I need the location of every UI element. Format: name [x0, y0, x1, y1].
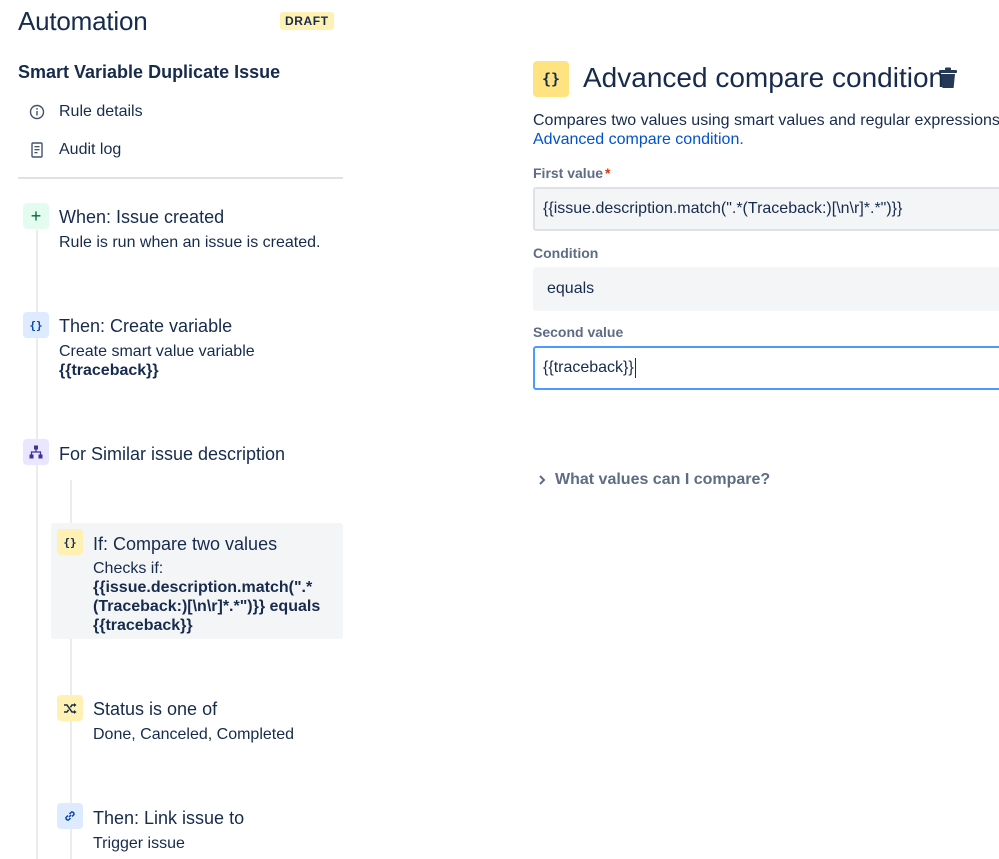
step-description: Create smart value variable: [59, 343, 255, 360]
curly-braces-icon: {}: [23, 312, 49, 338]
rule-details-link[interactable]: Rule details: [28, 100, 143, 124]
text-cursor: [634, 358, 636, 378]
advanced-compare-help-link[interactable]: Advanced compare condition.: [533, 131, 744, 149]
condition-label: Condition: [533, 245, 599, 261]
first-value-label: First value *: [533, 165, 611, 181]
panel-title: Advanced compare condition: [583, 62, 945, 93]
step-title: Then: Link issue to: [93, 808, 245, 828]
chevron-right-icon: [539, 475, 546, 485]
sidebar-divider: [18, 177, 343, 179]
link-icon: [57, 803, 83, 829]
draft-badge: DRAFT: [280, 12, 334, 30]
step-title: Then: Create variable: [59, 316, 233, 336]
info-icon: [28, 103, 46, 121]
compare-values-expander[interactable]: What values can I compare?: [537, 471, 770, 489]
second-value-input[interactable]: {{traceback}}: [533, 346, 999, 390]
document-icon: [28, 141, 46, 159]
first-value-input[interactable]: {{issue.description.match(".*(Traceback:…: [533, 187, 999, 231]
curly-braces-icon: {}: [57, 529, 83, 555]
step-description: Rule is run when an issue is created.: [59, 234, 321, 251]
step-title: If: Compare two values: [93, 534, 278, 554]
step-title: For Similar issue description: [59, 444, 286, 464]
plus-icon: +: [23, 203, 49, 229]
audit-log-label: Audit log: [59, 141, 122, 158]
rule-name: Smart Variable Duplicate Issue: [18, 62, 281, 82]
step-condition-line: {{issue.description.match(".*: [93, 579, 313, 596]
condition-select[interactable]: equals: [533, 267, 999, 311]
step-variable-name: {{traceback}}: [59, 362, 159, 379]
step-description: Trigger issue: [93, 835, 185, 852]
step-description: Done, Canceled, Completed: [93, 726, 295, 743]
step-title: When: Issue created: [59, 207, 225, 227]
step-title: Status is one of: [93, 699, 218, 719]
curly-braces-icon: {}: [533, 61, 569, 97]
step-condition-line: {{traceback}}: [93, 617, 193, 634]
shuffle-icon: [57, 695, 83, 721]
required-indicator: *: [605, 165, 611, 181]
trash-icon[interactable]: [938, 67, 960, 91]
branch-hierarchy-icon: [23, 439, 49, 465]
audit-log-link[interactable]: Audit log: [28, 138, 121, 162]
page-title: Automation: [18, 6, 148, 36]
step-condition-line: (Traceback:)[\n\r]*.*")}} equals: [93, 598, 321, 615]
second-value-label: Second value: [533, 324, 624, 340]
step-description: Checks if:: [93, 560, 164, 577]
panel-description: Compares two values using smart values a…: [533, 112, 999, 129]
rule-details-label: Rule details: [59, 103, 143, 120]
